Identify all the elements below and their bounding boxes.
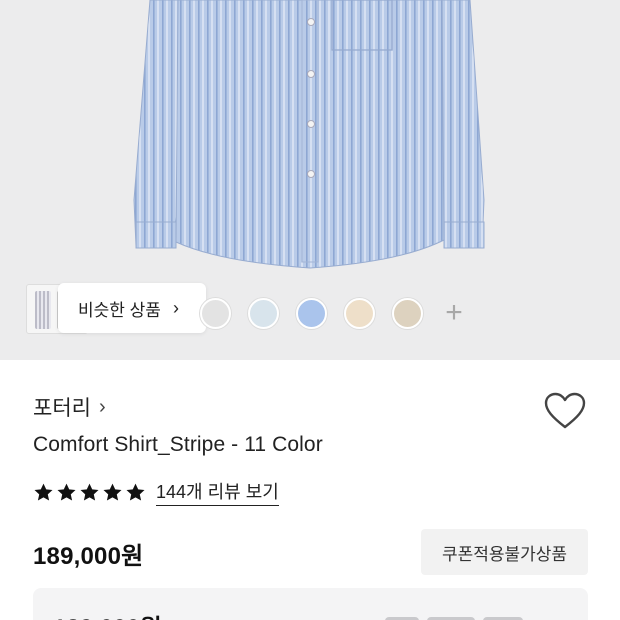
star-icon bbox=[34, 483, 53, 501]
rating-row: 144개 리뷰 보기 bbox=[33, 478, 279, 506]
color-swatch[interactable] bbox=[392, 298, 423, 329]
plus-icon[interactable]: + bbox=[441, 298, 467, 328]
heart-icon[interactable] bbox=[544, 392, 586, 430]
chevron-right-icon: › bbox=[172, 297, 179, 318]
color-swatch[interactable] bbox=[344, 298, 375, 329]
thumbnail-image bbox=[35, 291, 51, 329]
color-swatch[interactable] bbox=[248, 298, 279, 329]
box-price: 189,000원 bbox=[53, 608, 162, 620]
product-price: 189,000원 bbox=[33, 543, 144, 570]
product-title: Comfort Shirt_Stripe - 11 Color bbox=[33, 433, 323, 456]
star-icon bbox=[80, 483, 99, 501]
price-detail-box[interactable]: 189,000원 bbox=[33, 588, 588, 620]
chevron-right-icon: › bbox=[98, 395, 106, 418]
star-icon bbox=[57, 483, 76, 501]
brand-name: 포터리 bbox=[33, 397, 91, 420]
star-icon bbox=[103, 483, 122, 501]
review-link[interactable]: 144개 리뷰 보기 bbox=[156, 478, 279, 506]
star-icon bbox=[126, 483, 145, 501]
similar-products-button[interactable]: 비슷한 상품 › bbox=[58, 283, 206, 333]
product-image-gallery[interactable]: 비슷한 상품 › + bbox=[0, 0, 620, 360]
color-swatch[interactable] bbox=[200, 298, 231, 329]
box-note-placeholder bbox=[385, 612, 535, 620]
similar-products-label: 비슷한 상품 bbox=[78, 300, 161, 320]
color-swatch[interactable] bbox=[296, 298, 327, 329]
brand-link[interactable]: 포터리 › bbox=[33, 392, 106, 422]
coupon-unavailable-badge: 쿠폰적용불가상품 bbox=[421, 529, 588, 575]
